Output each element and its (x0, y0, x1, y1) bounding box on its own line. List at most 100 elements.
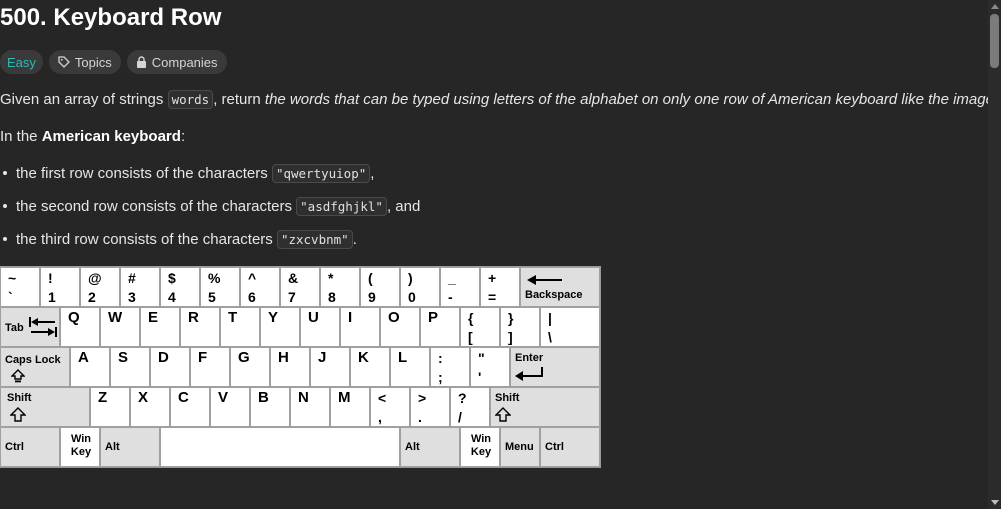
key: ) 0 (400, 267, 440, 307)
key-bottom: = (488, 289, 497, 305)
win-key-left: Win Key (60, 427, 100, 467)
ctrl-key-left: Ctrl (0, 427, 60, 467)
key-letter: C (178, 389, 189, 406)
key-bottom: 9 (368, 289, 376, 305)
key-bottom: \ (548, 329, 552, 345)
caps-lock-label: Caps Lock (5, 354, 61, 366)
key: J (310, 347, 350, 387)
key-bottom: . (418, 409, 422, 425)
backspace-key: Backspace (520, 267, 600, 307)
key-bottom: 2 (88, 289, 96, 305)
keyboard-row-1: ~ ` ! 1 @2 #3 $4 % 5 ^ 6 & 7 * 8 (9 ) 0 _ - + = B… (0, 267, 600, 307)
keyboard-row-2: Tab Q W E R T Y U I O P {[ }] | \ (0, 307, 600, 347)
key-top: ( (368, 270, 373, 286)
key: * 8 (320, 267, 360, 307)
shift-label: Shift (7, 392, 32, 404)
key-letter: W (108, 309, 123, 326)
enter-key: Enter (510, 347, 600, 387)
ctrl-label: Ctrl (5, 441, 24, 453)
inline-code: words (167, 90, 214, 109)
key-top: _ (448, 270, 456, 286)
vertical-scrollbar[interactable] (988, 0, 1001, 509)
scroll-down-arrow-icon[interactable] (991, 500, 999, 505)
shift-label: Shift (495, 392, 520, 404)
enter-label: Enter (515, 352, 544, 364)
key-bottom: 1 (48, 289, 56, 305)
tab-label: Tab (5, 322, 24, 334)
companies-button[interactable]: Companies (126, 50, 227, 74)
shift-key-right: Shift (490, 387, 600, 427)
scroll-up-arrow-icon[interactable] (991, 4, 999, 9)
key-bottom: 8 (328, 289, 336, 305)
keyboard-row-4: Shift Z X C V B N M <, >. ? / Shift (0, 387, 600, 427)
keyboard-image: ~ ` ! 1 @2 #3 $4 % 5 ^ 6 & 7 * 8 (9 ) 0 _ - + = B… (0, 266, 601, 468)
key: <, (370, 387, 410, 427)
tag-icon (58, 56, 70, 68)
key-letter: Q (68, 309, 80, 326)
space-key (160, 427, 400, 467)
key-label: Key (470, 446, 492, 458)
win-label: Win (70, 433, 92, 445)
key: ! 1 (40, 267, 80, 307)
inline-code: "asdfghjkl" (296, 197, 387, 216)
key-bottom: [ (468, 329, 473, 345)
key-top: # (128, 270, 136, 286)
key: O (380, 307, 420, 347)
key-letter: O (388, 309, 400, 326)
key: V (210, 387, 250, 427)
keyboard-row-3: Caps Lock A S D F G H J K L :; " ' Enter (0, 347, 600, 387)
key: Y (260, 307, 300, 347)
key: L (390, 347, 430, 387)
inline-code: "zxcvbnm" (276, 230, 353, 249)
key: M (330, 387, 370, 427)
backspace-label: Backspace (525, 289, 583, 301)
key-letter: V (218, 389, 229, 406)
key: Q (60, 307, 100, 347)
difficulty-badge[interactable]: Easy (0, 50, 43, 74)
alt-label: Alt (405, 441, 420, 453)
key-top: : (438, 350, 443, 366)
keyboard-intro: In the American keyboard: (0, 128, 185, 145)
key-letter: F (198, 349, 208, 366)
ctrl-key-right: Ctrl (540, 427, 600, 467)
menu-key: Menu (500, 427, 540, 467)
tag-bar: Easy Topics Companies (0, 50, 227, 74)
key-letter: U (308, 309, 319, 326)
key-top: ? (458, 390, 467, 406)
key-bottom: 4 (168, 289, 176, 305)
key-top: " (478, 350, 485, 366)
shift-arrow-icon (10, 407, 26, 422)
key-letter: S (118, 349, 129, 366)
topics-button[interactable]: Topics (48, 50, 121, 74)
scrollbar-thumb[interactable] (990, 14, 999, 68)
key: + = (480, 267, 520, 307)
key-bottom: , (378, 409, 382, 425)
lock-icon (136, 56, 146, 68)
topics-label: Topics (74, 54, 112, 70)
caps-lock-arrow-icon (11, 369, 25, 383)
key: U (300, 307, 340, 347)
key: G (230, 347, 270, 387)
key: I (340, 307, 380, 347)
key-letter: P (428, 309, 439, 326)
list-item: the third row consists of the characters… (0, 230, 357, 249)
key: K (350, 347, 390, 387)
key-top: @ (88, 270, 102, 286)
alt-key-right: Alt (400, 427, 460, 467)
shift-arrow-icon (495, 407, 511, 422)
key-bottom: 6 (248, 289, 256, 305)
text: . (352, 231, 357, 248)
key-bottom: 0 (408, 289, 416, 305)
text: , return (213, 91, 265, 108)
key: " ' (470, 347, 510, 387)
key-top: & (288, 270, 299, 286)
key-top: | (548, 310, 552, 326)
key: _ - (440, 267, 480, 307)
emphasis-text: the words that can be typed using letter… (264, 91, 1001, 108)
key-top: ~ (8, 270, 17, 286)
enter-arrow-icon (515, 367, 543, 381)
key-label: Key (70, 446, 92, 458)
text: : (180, 128, 186, 145)
bullet-dot (3, 236, 7, 241)
win-key-right: Win Key (460, 427, 500, 467)
